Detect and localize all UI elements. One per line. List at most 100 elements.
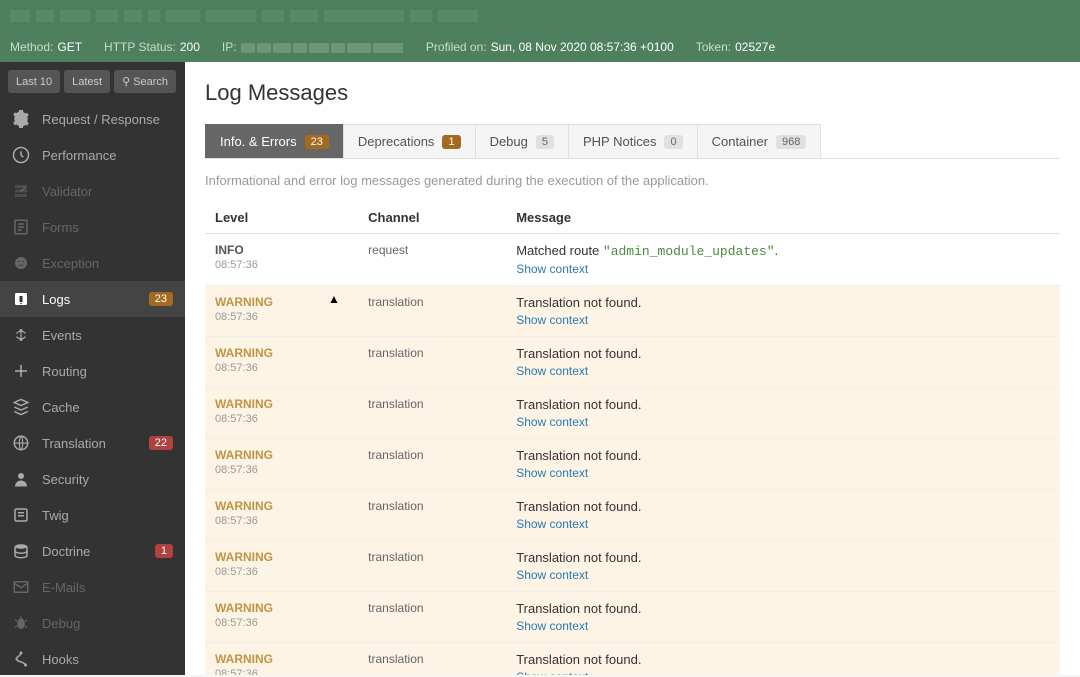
- show-context-link[interactable]: Show context: [516, 670, 588, 675]
- doctrine-icon: [12, 542, 30, 560]
- cell-message: Matched route "admin_module_updates".Sho…: [506, 234, 1060, 286]
- sidebar-item-exception[interactable]: Exception: [0, 245, 185, 281]
- search-button[interactable]: ⚲ Search: [114, 70, 176, 93]
- tab-label: Info. & Errors: [220, 134, 297, 149]
- cell-channel: translation: [358, 592, 506, 643]
- sidebar-item-label: Security: [42, 472, 173, 487]
- cell-channel: translation: [358, 490, 506, 541]
- sidebar-badge: 23: [149, 292, 173, 306]
- log-time: 08:57:36: [215, 259, 348, 271]
- show-context-link[interactable]: Show context: [516, 364, 588, 378]
- sidebar-item-security[interactable]: Security: [0, 461, 185, 497]
- profiled-value: Sun, 08 Nov 2020 08:57:36 +0100: [491, 40, 674, 54]
- sidebar-item-debug[interactable]: Debug: [0, 605, 185, 641]
- tab-php-notices[interactable]: PHP Notices 0: [568, 124, 698, 158]
- log-row: WARNING08:57:36translationTranslation no…: [205, 541, 1060, 592]
- log-message: Translation not found.: [516, 448, 1050, 463]
- log-row: WARNING08:57:36translationTranslation no…: [205, 388, 1060, 439]
- logs-icon: [12, 290, 30, 308]
- sidebar-badge: 22: [149, 436, 173, 450]
- sidebar-item-forms[interactable]: Forms: [0, 209, 185, 245]
- sidebar-item-label: Debug: [42, 616, 173, 631]
- log-time: 08:57:36: [215, 362, 348, 374]
- show-context-link[interactable]: Show context: [516, 466, 588, 480]
- show-context-link[interactable]: Show context: [516, 262, 588, 276]
- show-context-link[interactable]: Show context: [516, 517, 588, 531]
- tab-debug[interactable]: Debug5: [475, 124, 569, 158]
- sidebar-item-cache[interactable]: Cache: [0, 389, 185, 425]
- sidebar-item-validator[interactable]: Validator: [0, 173, 185, 209]
- tab-count: 0: [664, 135, 682, 149]
- page-description: Informational and error log messages gen…: [205, 173, 1060, 188]
- cell-channel: translation: [358, 439, 506, 490]
- status-label: HTTP Status:: [104, 40, 176, 54]
- tab-deprecations[interactable]: Deprecations 1: [343, 124, 476, 158]
- debug-icon: [12, 614, 30, 632]
- main-content: Log Messages Info. & Errors 23 Deprecation…: [185, 62, 1080, 675]
- cache-icon: [12, 398, 30, 416]
- routing-icon: [12, 362, 30, 380]
- cell-message: Translation not found. Show context: [506, 439, 1060, 490]
- last10-button[interactable]: Last 10: [8, 70, 60, 93]
- tab-count: 1: [442, 135, 460, 149]
- status-value: 200: [180, 40, 200, 54]
- sidebar-item-performance[interactable]: Performance: [0, 137, 185, 173]
- log-level: WARNING: [215, 499, 348, 513]
- sidebar-item-events[interactable]: Events: [0, 317, 185, 353]
- header-url-bar: [10, 0, 1070, 32]
- sidebar-item-label: Forms: [42, 220, 173, 235]
- log-time: 08:57:36: [215, 566, 348, 578]
- sidebar-item-label: Performance: [42, 148, 173, 163]
- page-title: Log Messages: [205, 80, 1060, 106]
- cell-level: WARNING 08:57:36: [205, 490, 358, 541]
- log-level: WARNING: [215, 346, 348, 360]
- sidebar-item-label: Cache: [42, 400, 173, 415]
- latest-button[interactable]: Latest: [64, 70, 110, 93]
- twig-icon: [12, 506, 30, 524]
- cell-message: Translation not found.Show context: [506, 592, 1060, 643]
- sidebar-item-label: Twig: [42, 508, 173, 523]
- show-context-link[interactable]: Show context: [516, 415, 588, 429]
- sidebar-item-e-mails[interactable]: E-Mails: [0, 569, 185, 605]
- tab-info-errors[interactable]: Info. & Errors 23: [205, 124, 344, 158]
- token-value: 02527e: [735, 40, 775, 54]
- log-message: Translation not found.: [516, 550, 1050, 565]
- sidebar-item-doctrine[interactable]: Doctrine1: [0, 533, 185, 569]
- performance-icon: [12, 146, 30, 164]
- log-time: 08:57:36: [215, 464, 348, 476]
- tab-container[interactable]: Container968: [697, 124, 822, 158]
- log-row: WARNING08:57:36translationTranslation no…: [205, 643, 1060, 676]
- cell-level: WARNING08:57:36: [205, 643, 358, 676]
- e-mails-icon: [12, 578, 30, 596]
- show-context-link[interactable]: Show context: [516, 568, 588, 582]
- cell-channel: translation: [358, 286, 506, 337]
- sidebar-item-label: E-Mails: [42, 580, 173, 595]
- translation-icon: [12, 434, 30, 452]
- show-context-link[interactable]: Show context: [516, 313, 588, 327]
- profiled-label: Profiled on:: [426, 40, 487, 54]
- sidebar-item-routing[interactable]: Routing: [0, 353, 185, 389]
- tab-label: Deprecations: [358, 134, 435, 149]
- sidebar-top-actions: Last 10 Latest ⚲ Search: [0, 62, 185, 101]
- log-row: WARNING08:57:36translationTranslation no…: [205, 439, 1060, 490]
- tab-count: 5: [536, 135, 554, 149]
- th-channel: Channel: [358, 202, 506, 234]
- cell-message: Translation not found.Show context: [506, 337, 1060, 388]
- sidebar-item-label: Events: [42, 328, 173, 343]
- method-label: Method:: [10, 40, 53, 54]
- log-message: Translation not found.: [516, 499, 1050, 514]
- log-time: 08:57:36: [215, 617, 348, 629]
- log-level: INFO: [215, 243, 348, 257]
- sidebar-item-hooks[interactable]: Hooks: [0, 641, 185, 677]
- log-time: 08:57:36: [215, 515, 348, 527]
- log-row: WARNING08:57:36translationTranslation no…: [205, 337, 1060, 388]
- show-context-link[interactable]: Show context: [516, 619, 588, 633]
- sidebar-item-translation[interactable]: Translation22: [0, 425, 185, 461]
- sidebar-item-logs[interactable]: Logs23: [0, 281, 185, 317]
- sidebar-item-twig[interactable]: Twig: [0, 497, 185, 533]
- sidebar-item-request-response[interactable]: Request / Response: [0, 101, 185, 137]
- log-message: Translation not found.: [516, 295, 1050, 310]
- tab-label: PHP Notices: [583, 134, 656, 149]
- tab-count: 23: [305, 135, 329, 149]
- tab-label: Container: [712, 134, 768, 149]
